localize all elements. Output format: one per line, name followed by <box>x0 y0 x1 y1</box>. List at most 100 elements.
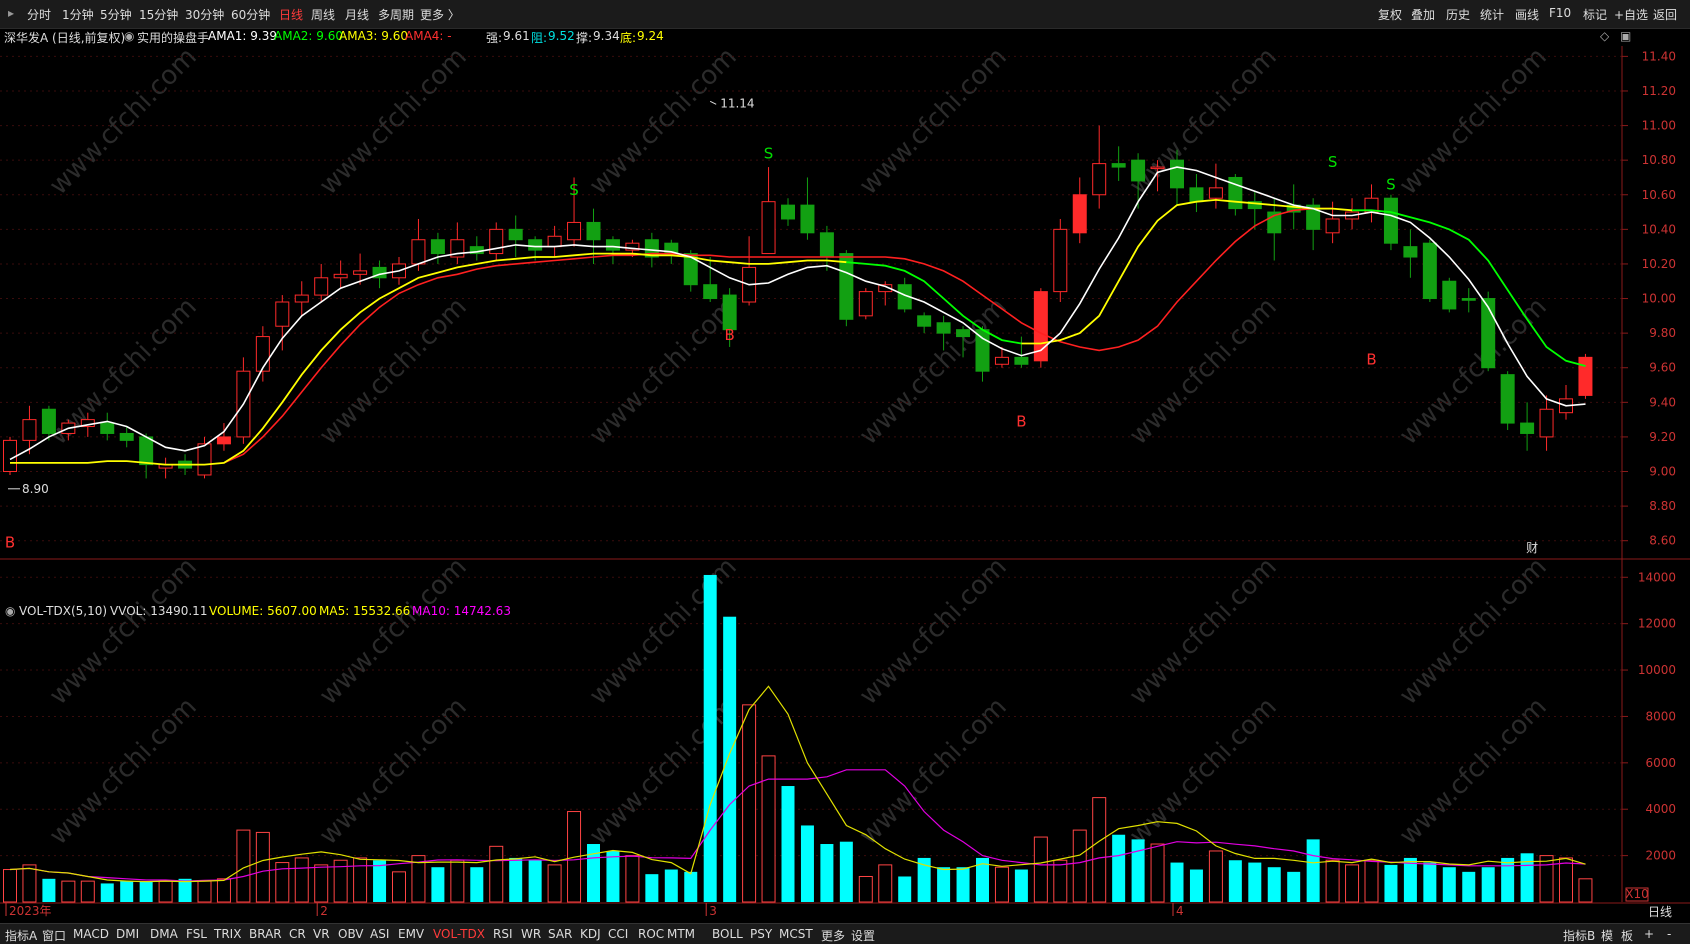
indicator-tab-25[interactable]: 设置 <box>851 927 875 944</box>
indicator-tab-9[interactable]: VR <box>313 927 330 941</box>
resist-value: 9.52 <box>548 29 575 43</box>
indicator-b-control-4[interactable]: - <box>1667 927 1671 941</box>
indicator-b-control-0[interactable]: 指标B <box>1563 927 1595 944</box>
watermark-logo: www.cfchi.com <box>44 552 203 711</box>
tool-button-0[interactable]: 复权 <box>1378 6 1402 23</box>
period-tab-2[interactable]: 5分钟 <box>100 6 132 23</box>
indicator-tab-2[interactable]: MACD <box>73 927 109 941</box>
indicator-tab-4[interactable]: DMA <box>150 927 178 941</box>
tool-button-8[interactable]: 返回 <box>1653 6 1677 23</box>
volume-switch-icon[interactable]: ◉ <box>5 604 15 618</box>
period-tab-0[interactable]: 分时 <box>27 6 51 23</box>
indicator-tab-12[interactable]: EMV <box>398 927 424 941</box>
volume-bar <box>509 857 523 902</box>
volume-bar <box>1267 867 1281 902</box>
tool-button-7[interactable]: +自选 <box>1614 6 1648 23</box>
indicator-b-control-1[interactable]: 模 <box>1601 927 1613 944</box>
indicator-tab-8[interactable]: CR <box>289 927 306 941</box>
date-label: 2 <box>320 904 328 918</box>
indicator-tab-11[interactable]: ASI <box>370 927 389 941</box>
volume-bar <box>1306 839 1320 902</box>
period-tab-8[interactable]: 月线 <box>345 6 369 23</box>
ma10-value: MA10: 14742.63 <box>412 604 511 618</box>
volume-bar <box>470 867 484 902</box>
period-tab-6[interactable]: 日线 <box>279 6 303 23</box>
volume-bar <box>42 878 56 902</box>
volume-bar <box>255 831 270 903</box>
indicator-tab-13[interactable]: VOL-TDX <box>433 927 485 941</box>
price-tick-label: 9.60 <box>1649 361 1676 375</box>
period-tab-3[interactable]: 15分钟 <box>139 6 178 23</box>
watermark-logo: www.cfchi.com <box>584 692 743 851</box>
indicator-tab-24[interactable]: 更多 <box>821 927 845 944</box>
volume-bar <box>528 860 542 902</box>
finance-badge-label[interactable]: 财 <box>1526 541 1538 555</box>
volume-bar <box>1131 839 1145 902</box>
volume-bar <box>994 866 1009 903</box>
vvol-value: VVOL: 13490.11 <box>110 604 208 618</box>
volume-bar <box>1189 869 1203 902</box>
candle-body <box>411 239 426 265</box>
indicator-tab-10[interactable]: OBV <box>338 927 364 941</box>
indicator-tab-16[interactable]: SAR <box>548 927 572 941</box>
indicator-tab-19[interactable]: ROC <box>638 927 664 941</box>
stock-title[interactable]: 深华发A (日线,前复权) <box>4 29 125 46</box>
indicator-tab-0[interactable]: 指标A <box>5 927 37 944</box>
candle-body <box>1053 228 1068 293</box>
period-tab-9[interactable]: 多周期 <box>378 6 414 23</box>
price-tick-label: 11.20 <box>1642 84 1676 98</box>
indicator-tab-18[interactable]: CCI <box>608 927 628 941</box>
volume-bar <box>1481 867 1495 902</box>
indicator-tab-5[interactable]: FSL <box>186 927 207 941</box>
date-label: 2023年 <box>9 904 52 918</box>
period-tab-1[interactable]: 1分钟 <box>62 6 94 23</box>
indicator-tab-20[interactable]: MTM <box>667 927 695 941</box>
indicator-tab-6[interactable]: TRIX <box>214 927 241 941</box>
period-tab-4[interactable]: 30分钟 <box>185 6 224 23</box>
indicator-tab-1[interactable]: 窗口 <box>42 927 66 944</box>
candle-body <box>22 419 37 441</box>
indicator-tab-22[interactable]: PSY <box>750 927 772 941</box>
volume-bar <box>606 850 620 902</box>
indicator-tab-7[interactable]: BRAR <box>249 927 282 941</box>
volume-bar <box>1520 853 1534 902</box>
strong-label: 强: <box>486 31 503 45</box>
indicator-tab-15[interactable]: WR <box>521 927 541 941</box>
tool-button-5[interactable]: F10 <box>1549 6 1571 20</box>
period-tab-10[interactable]: 更多 〉 <box>420 6 460 23</box>
candle-body <box>800 204 815 234</box>
period-tab-5[interactable]: 60分钟 <box>231 6 270 23</box>
signal-buy-marker: B <box>1016 413 1026 431</box>
diamond-icon[interactable]: ◇ <box>1600 29 1609 43</box>
indicator-switch-icon[interactable]: ◉ <box>124 29 134 43</box>
volume-bar <box>1364 859 1379 903</box>
indicator-tab-17[interactable]: KDJ <box>580 927 601 941</box>
tool-button-4[interactable]: 画线 <box>1515 6 1539 23</box>
volume-unit-label: X10 <box>1625 887 1649 901</box>
indicator-b-control-2[interactable]: 板 <box>1621 927 1633 944</box>
tool-button-3[interactable]: 统计 <box>1480 6 1504 23</box>
tool-button-2[interactable]: 历史 <box>1446 6 1470 23</box>
volume-bar <box>1053 859 1068 903</box>
price-tick-label: 9.40 <box>1649 395 1676 409</box>
indicator-tab-14[interactable]: RSI <box>493 927 513 941</box>
tool-button-6[interactable]: 标记 <box>1583 6 1607 23</box>
indicator-tab-23[interactable]: MCST <box>779 927 813 941</box>
date-label: 4 <box>1176 904 1184 918</box>
period-tab-7[interactable]: 周线 <box>311 6 335 23</box>
candle-body <box>314 277 329 296</box>
kline-chart[interactable]: www.cfchi.com www.cfchi.com www.cfchi.com w… <box>0 46 1690 923</box>
volume-bar <box>1170 862 1184 902</box>
volume-bar <box>1287 871 1301 902</box>
watermark-logo: www.cfchi.com <box>854 692 1013 851</box>
ama4-value: AMA4: - <box>405 29 452 43</box>
tool-button-1[interactable]: 叠加 <box>1411 6 1435 23</box>
period-toolbar: 分时 1分钟 5分钟 15分钟 30分钟 60分钟 日线 周线 月线 多周期 更多 〉 ▸ 复权 叠加 历史… <box>0 0 1690 29</box>
indicator-tab-21[interactable]: BOLL <box>712 927 743 941</box>
indicator-b-control-3[interactable]: + <box>1644 927 1654 941</box>
ama2-line <box>1021 198 1353 345</box>
indicator-tab-3[interactable]: DMI <box>116 927 139 941</box>
menu-icon[interactable]: ▸ <box>8 6 14 20</box>
candle-body <box>819 232 834 258</box>
window-icon[interactable]: ▣ <box>1620 29 1631 43</box>
